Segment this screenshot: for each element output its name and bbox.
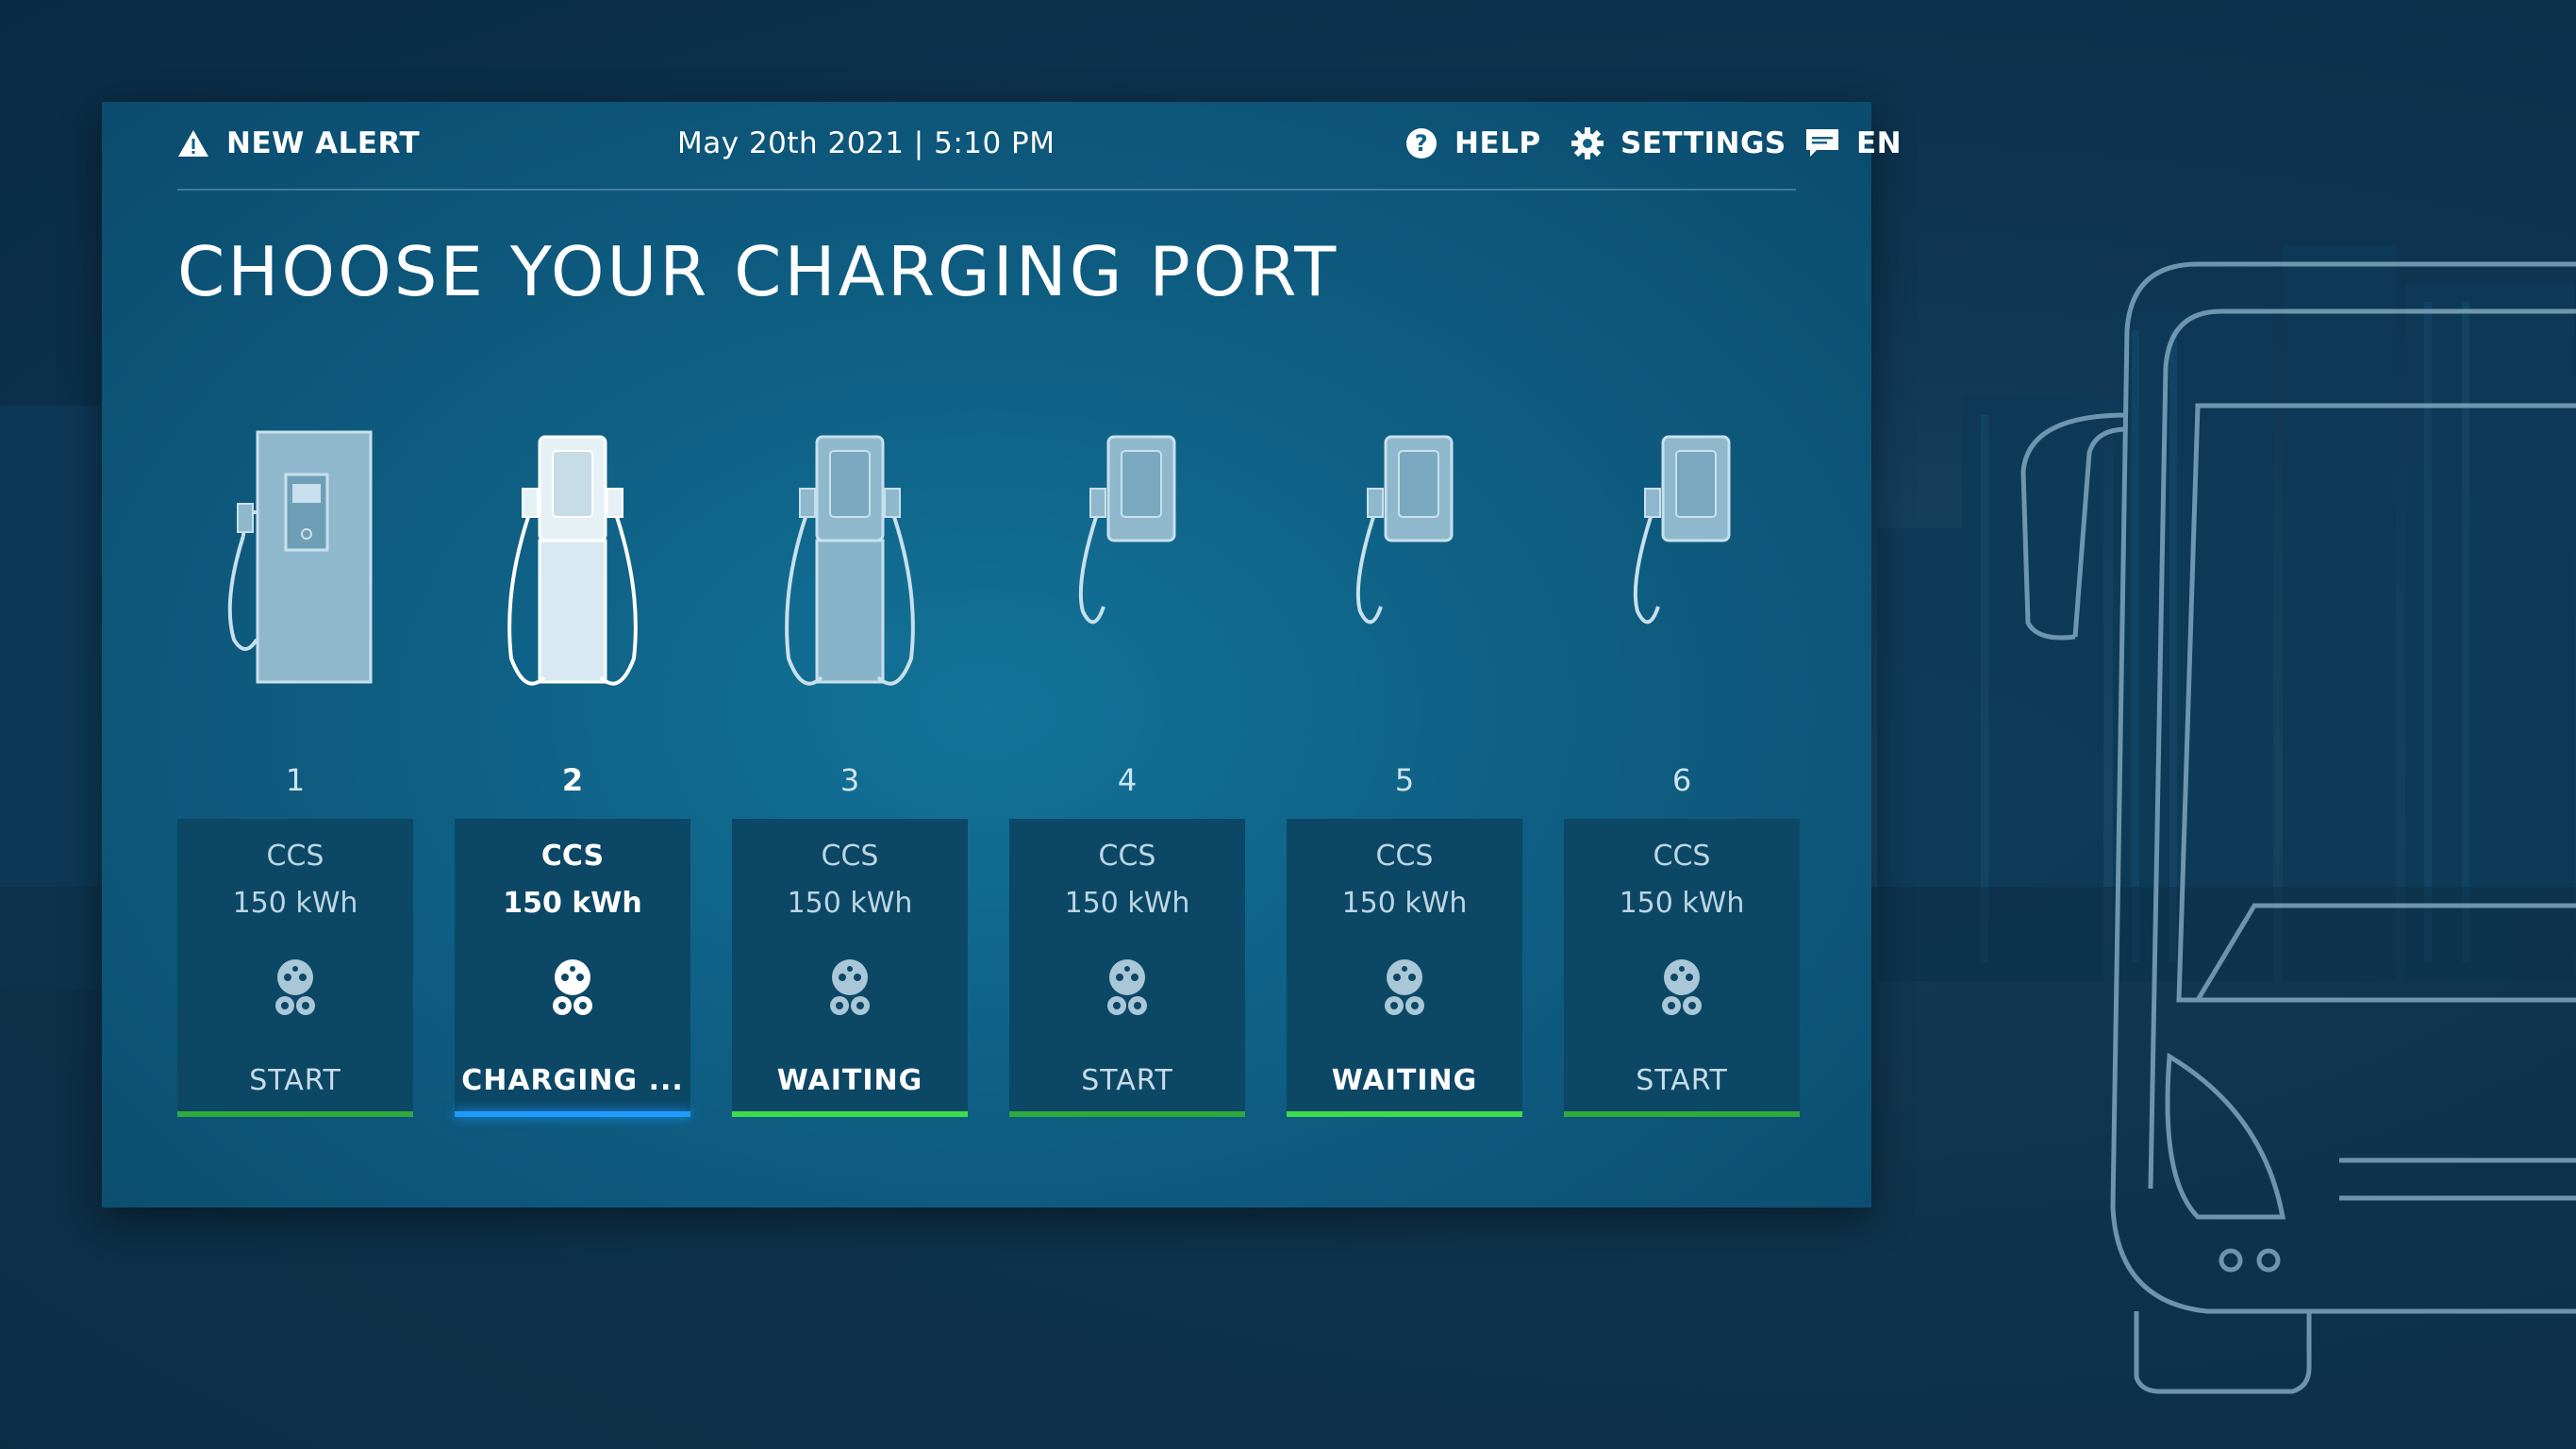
port-card-6[interactable]: CCS 150 kWh START xyxy=(1564,819,1800,1117)
status-bar xyxy=(1009,1111,1245,1117)
port-type: CCS xyxy=(821,840,879,873)
status-bar xyxy=(455,1111,690,1117)
chat-language-icon xyxy=(1806,129,1838,157)
warning-icon xyxy=(178,130,208,157)
port-waiting-status[interactable]: WAITING xyxy=(732,1064,968,1097)
port-number-6: 6 xyxy=(1671,762,1692,798)
port-card-5[interactable]: CCS 150 kWh WAITING xyxy=(1287,819,1522,1117)
port-card-1[interactable]: CCS 150 kWh START xyxy=(177,819,413,1117)
port-power: 150 kWh xyxy=(1341,887,1468,920)
ccs-plug-icon xyxy=(1662,959,1702,1015)
port-card-4[interactable]: CCS 150 kWh START xyxy=(1009,819,1245,1117)
charger-station-2-icon xyxy=(507,435,638,686)
charger-station-3-icon xyxy=(785,435,915,686)
date-time: May 20th 2021 | 5:10 PM xyxy=(677,126,1055,160)
port-power: 150 kWh xyxy=(787,887,913,920)
port-start-button[interactable]: START xyxy=(1009,1064,1245,1097)
port-number-2: 2 xyxy=(561,762,584,798)
page-title: CHOOSE YOUR CHARGING PORT xyxy=(177,232,1339,311)
port-type: CCS xyxy=(540,840,605,873)
help-label: HELP xyxy=(1454,126,1541,160)
language-label: EN xyxy=(1856,126,1903,160)
top-bar: NEW ALERT May 20th 2021 | 5:10 PM ? HELP xyxy=(177,102,1902,191)
port-number-1: 1 xyxy=(285,762,306,798)
port-charging-status[interactable]: CHARGING ... xyxy=(455,1064,690,1097)
port-type: CCS xyxy=(1375,840,1434,873)
settings-label: SETTINGS xyxy=(1620,126,1787,160)
charging-panel: NEW ALERT May 20th 2021 | 5:10 PM ? HELP xyxy=(102,102,1902,1208)
new-alert-button[interactable]: NEW ALERT xyxy=(177,126,420,160)
port-power: 150 kWh xyxy=(1619,887,1745,920)
port-power: 150 kWh xyxy=(503,887,642,920)
charger-station-4-icon xyxy=(1078,435,1176,625)
status-bar xyxy=(1564,1111,1800,1117)
port-start-button[interactable]: START xyxy=(177,1064,413,1097)
ccs-plug-icon xyxy=(830,959,870,1015)
charger-station-5-icon xyxy=(1355,435,1454,625)
port-waiting-status[interactable]: WAITING xyxy=(1287,1064,1522,1097)
port-number-3: 3 xyxy=(839,762,860,798)
port-power: 150 kWh xyxy=(1064,887,1190,920)
port-power: 150 kWh xyxy=(232,887,358,920)
port-start-button[interactable]: START xyxy=(1564,1064,1800,1097)
gear-icon xyxy=(1571,127,1604,159)
port-type: CCS xyxy=(266,840,324,873)
charger-station-1-icon xyxy=(227,430,373,684)
port-number-5: 5 xyxy=(1394,762,1415,798)
ccs-plug-icon xyxy=(553,959,592,1015)
help-button[interactable]: ? HELP xyxy=(1405,126,1541,160)
language-button[interactable]: EN xyxy=(1805,126,1902,160)
status-bar xyxy=(732,1111,968,1117)
ccs-plug-icon xyxy=(275,959,315,1015)
status-bar xyxy=(177,1111,413,1117)
alert-label: NEW ALERT xyxy=(226,126,421,160)
charger-station-6-icon xyxy=(1633,435,1731,625)
svg-text:?: ? xyxy=(1415,130,1428,157)
port-card-3[interactable]: CCS 150 kWh WAITING xyxy=(732,819,968,1117)
ccs-plug-icon xyxy=(1385,959,1424,1015)
ccs-plug-icon xyxy=(1107,959,1147,1015)
settings-button[interactable]: SETTINGS xyxy=(1571,126,1787,160)
port-card-2[interactable]: CCS 150 kWh CHARGING ... xyxy=(455,819,690,1117)
status-bar xyxy=(1287,1111,1522,1117)
port-number-4: 4 xyxy=(1117,762,1138,798)
port-type: CCS xyxy=(1653,840,1711,873)
help-icon: ? xyxy=(1406,128,1437,158)
port-type: CCS xyxy=(1098,840,1156,873)
